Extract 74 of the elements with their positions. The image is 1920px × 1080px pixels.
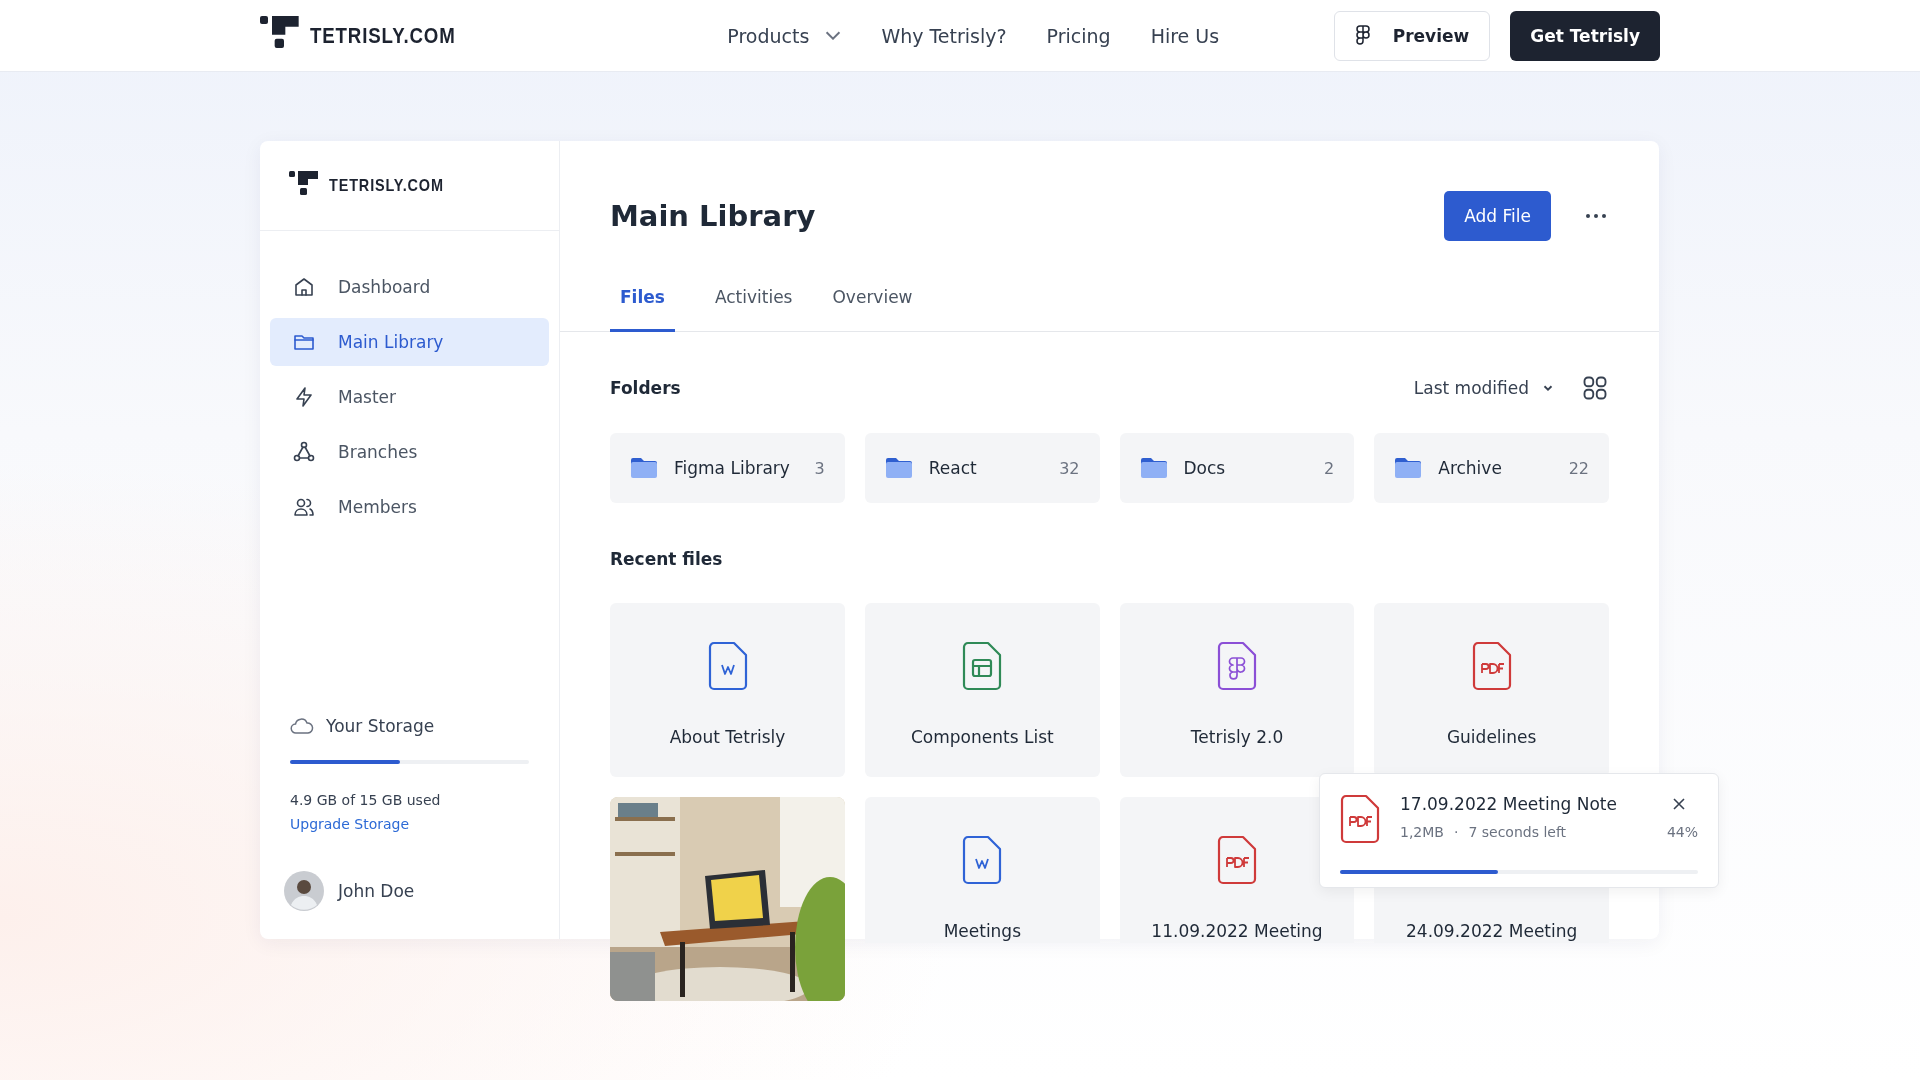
avatar: [284, 871, 324, 911]
file-card[interactable]: Tetrisly 2.0: [1119, 603, 1355, 777]
tab[interactable]: Files: [610, 267, 675, 332]
add-file-button[interactable]: Add File: [1444, 191, 1551, 241]
file-name: Meetings: [943, 921, 1022, 941]
branches-icon: [292, 440, 316, 464]
upload-percent: 44%: [1666, 824, 1698, 840]
folder-icon: [1139, 457, 1168, 479]
sidebar-item[interactable]: Main Library: [270, 318, 549, 366]
pdf-file-icon: [1471, 641, 1512, 691]
separator: ·: [1453, 824, 1459, 840]
figma-file-icon: [1217, 641, 1257, 691]
sort-dropdown[interactable]: Last modified: [1413, 378, 1555, 398]
home-icon: [292, 275, 316, 299]
time-left: 7 seconds left: [1468, 824, 1567, 840]
close-icon[interactable]: [1672, 797, 1686, 811]
cloud-icon: [290, 718, 314, 734]
storage-usage: 4.9 GB of 15 GB used: [290, 792, 442, 808]
tab[interactable]: Overview: [832, 267, 913, 332]
upgrade-storage-link[interactable]: Upgrade Storage: [290, 816, 410, 832]
word-file-icon: [962, 835, 1003, 885]
file-name: Tetrisly 2.0: [1190, 727, 1284, 747]
pdf-file-icon: [1217, 835, 1257, 885]
folder-card[interactable]: Docs 2: [1119, 433, 1355, 503]
file-count: 3: [814, 458, 825, 478]
file-card[interactable]: 11.09.2022 Meeting: [1119, 797, 1355, 943]
section-heading: Recent files: [610, 549, 723, 569]
file-card[interactable]: Components List: [865, 603, 1100, 777]
folder-icon: [630, 457, 658, 479]
file-count: 22: [1568, 458, 1589, 478]
file-name: Guidelines: [1446, 727, 1537, 747]
folder-icon: [1394, 457, 1423, 479]
folder-name: React: [928, 458, 977, 478]
get-tetrisly-button[interactable]: Get Tetrisly: [1510, 10, 1660, 61]
folder-name: Figma Library: [674, 458, 790, 478]
upload-file-name: 17.09.2022 Meeting Note: [1400, 794, 1617, 814]
file-name: 11.09.2022 Meeting: [1151, 921, 1323, 941]
folder-icon: [884, 457, 913, 479]
figma-icon: [1354, 23, 1371, 48]
sidebar-item[interactable]: Dashboard: [270, 263, 549, 311]
folder-name: Docs: [1183, 458, 1226, 478]
nav-link[interactable]: Hire Us: [1150, 24, 1220, 47]
sidebar-item[interactable]: Branches: [270, 428, 549, 476]
nav-link[interactable]: Products: [727, 24, 842, 47]
file-card[interactable]: About Tetrisly: [610, 603, 845, 777]
logo-text: TETRISLY.COM: [310, 22, 456, 49]
word-file-icon: [707, 641, 748, 691]
more-icon[interactable]: [1585, 213, 1607, 219]
file-size: 1,2MB: [1400, 824, 1444, 840]
section-heading: Folders: [610, 378, 681, 398]
grid-view-icon[interactable]: [1581, 374, 1609, 402]
file-card[interactable]: Meetings: [865, 797, 1100, 943]
nav-link[interactable]: Why Tetrisly?: [881, 24, 1007, 47]
file-name: Components List: [911, 727, 1054, 747]
caret-icon: [825, 31, 842, 40]
folder-card[interactable]: Figma Library 3: [610, 433, 845, 503]
sidebar-item[interactable]: Master: [270, 373, 549, 421]
user-name: John Doe: [338, 881, 415, 901]
storage-title: Your Storage: [326, 716, 435, 736]
file-count: 32: [1059, 458, 1080, 478]
spreadsheet-file-icon: [962, 641, 1003, 691]
nav-link[interactable]: Pricing: [1046, 24, 1111, 47]
pdf-file-icon: [1340, 794, 1380, 844]
file-name: 24.09.2022 Meeting: [1406, 921, 1578, 941]
tab[interactable]: Activities: [714, 267, 793, 332]
logo-text: TETRISLY.COM: [329, 175, 444, 196]
page-title: Main Library: [610, 199, 816, 233]
folder-card[interactable]: Archive 22: [1374, 433, 1609, 503]
sidebar-item[interactable]: Members: [270, 483, 549, 531]
file-count: 2: [1324, 458, 1335, 478]
folder-name: Archive: [1438, 458, 1502, 478]
preview-button[interactable]: Preview: [1333, 10, 1491, 61]
folder-card[interactable]: React 32: [864, 433, 1100, 503]
file-name: About Tetrisly: [669, 727, 786, 747]
